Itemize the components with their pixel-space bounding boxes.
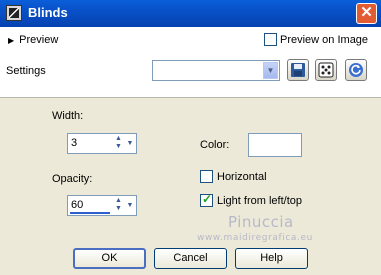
light-from-left-top-box[interactable] xyxy=(200,192,213,207)
preview-toggle[interactable]: ▶ Preview xyxy=(8,34,58,46)
opacity-input[interactable]: 60 ▲ ▼ ▼ xyxy=(67,195,137,216)
reset-icon xyxy=(349,63,363,77)
horizontal-box[interactable] xyxy=(200,170,213,183)
top-panel: ▶ Preview Preview on Image Settings ▼ xyxy=(0,27,381,98)
watermark-url: www.maidiregrafica.eu xyxy=(197,233,313,243)
spin-arrows-icon[interactable]: ▲ ▼ xyxy=(113,135,124,152)
preview-label: Preview xyxy=(19,34,59,46)
ok-button[interactable]: OK xyxy=(73,248,146,269)
horizontal-checkbox[interactable]: Horizontal xyxy=(200,170,267,183)
save-preset-button[interactable] xyxy=(287,59,309,81)
light-from-left-top-label: Light from left/top xyxy=(217,194,302,207)
settings-label: Settings xyxy=(6,65,46,77)
randomize-button[interactable] xyxy=(315,59,337,81)
opacity-value: 60 xyxy=(71,199,84,211)
preview-on-image-label: Preview on Image xyxy=(280,33,369,46)
width-label: Width: xyxy=(52,110,84,122)
opacity-label: Opacity: xyxy=(52,173,93,185)
save-icon xyxy=(291,63,305,77)
help-button[interactable]: Help xyxy=(235,248,308,269)
window-title: Blinds xyxy=(28,5,68,20)
color-label: Color: xyxy=(200,139,230,151)
blinds-app-icon xyxy=(6,5,22,21)
watermark-title: Pinuccia xyxy=(228,213,294,231)
horizontal-label: Horizontal xyxy=(217,170,267,183)
title-bar: Blinds ✕ xyxy=(0,0,381,27)
preview-on-image-box[interactable] xyxy=(264,33,277,46)
close-button[interactable]: ✕ xyxy=(356,3,377,24)
width-value: 3 xyxy=(71,137,78,149)
reset-button[interactable] xyxy=(345,59,367,81)
opacity-level-bar xyxy=(70,212,110,214)
preset-dropdown[interactable]: ▼ xyxy=(152,60,280,81)
chevron-down-icon[interactable]: ▼ xyxy=(124,135,136,152)
cancel-button[interactable]: Cancel xyxy=(154,248,227,269)
settings-row: Settings ▼ xyxy=(0,56,381,86)
spin-arrows-icon[interactable]: ▲ ▼ xyxy=(113,197,124,214)
width-input[interactable]: 3 ▲ ▼ ▼ xyxy=(67,133,137,154)
chevron-down-icon[interactable]: ▼ xyxy=(263,62,278,79)
dice-icon xyxy=(318,62,334,78)
close-icon: ✕ xyxy=(360,4,373,21)
light-from-left-top-checkbox[interactable]: Light from left/top xyxy=(200,192,302,207)
chevron-down-icon[interactable]: ▼ xyxy=(124,197,136,214)
expand-triangle-icon: ▶ xyxy=(8,36,15,45)
preview-on-image-checkbox[interactable]: Preview on Image xyxy=(264,33,368,46)
color-swatch[interactable] xyxy=(248,133,302,157)
